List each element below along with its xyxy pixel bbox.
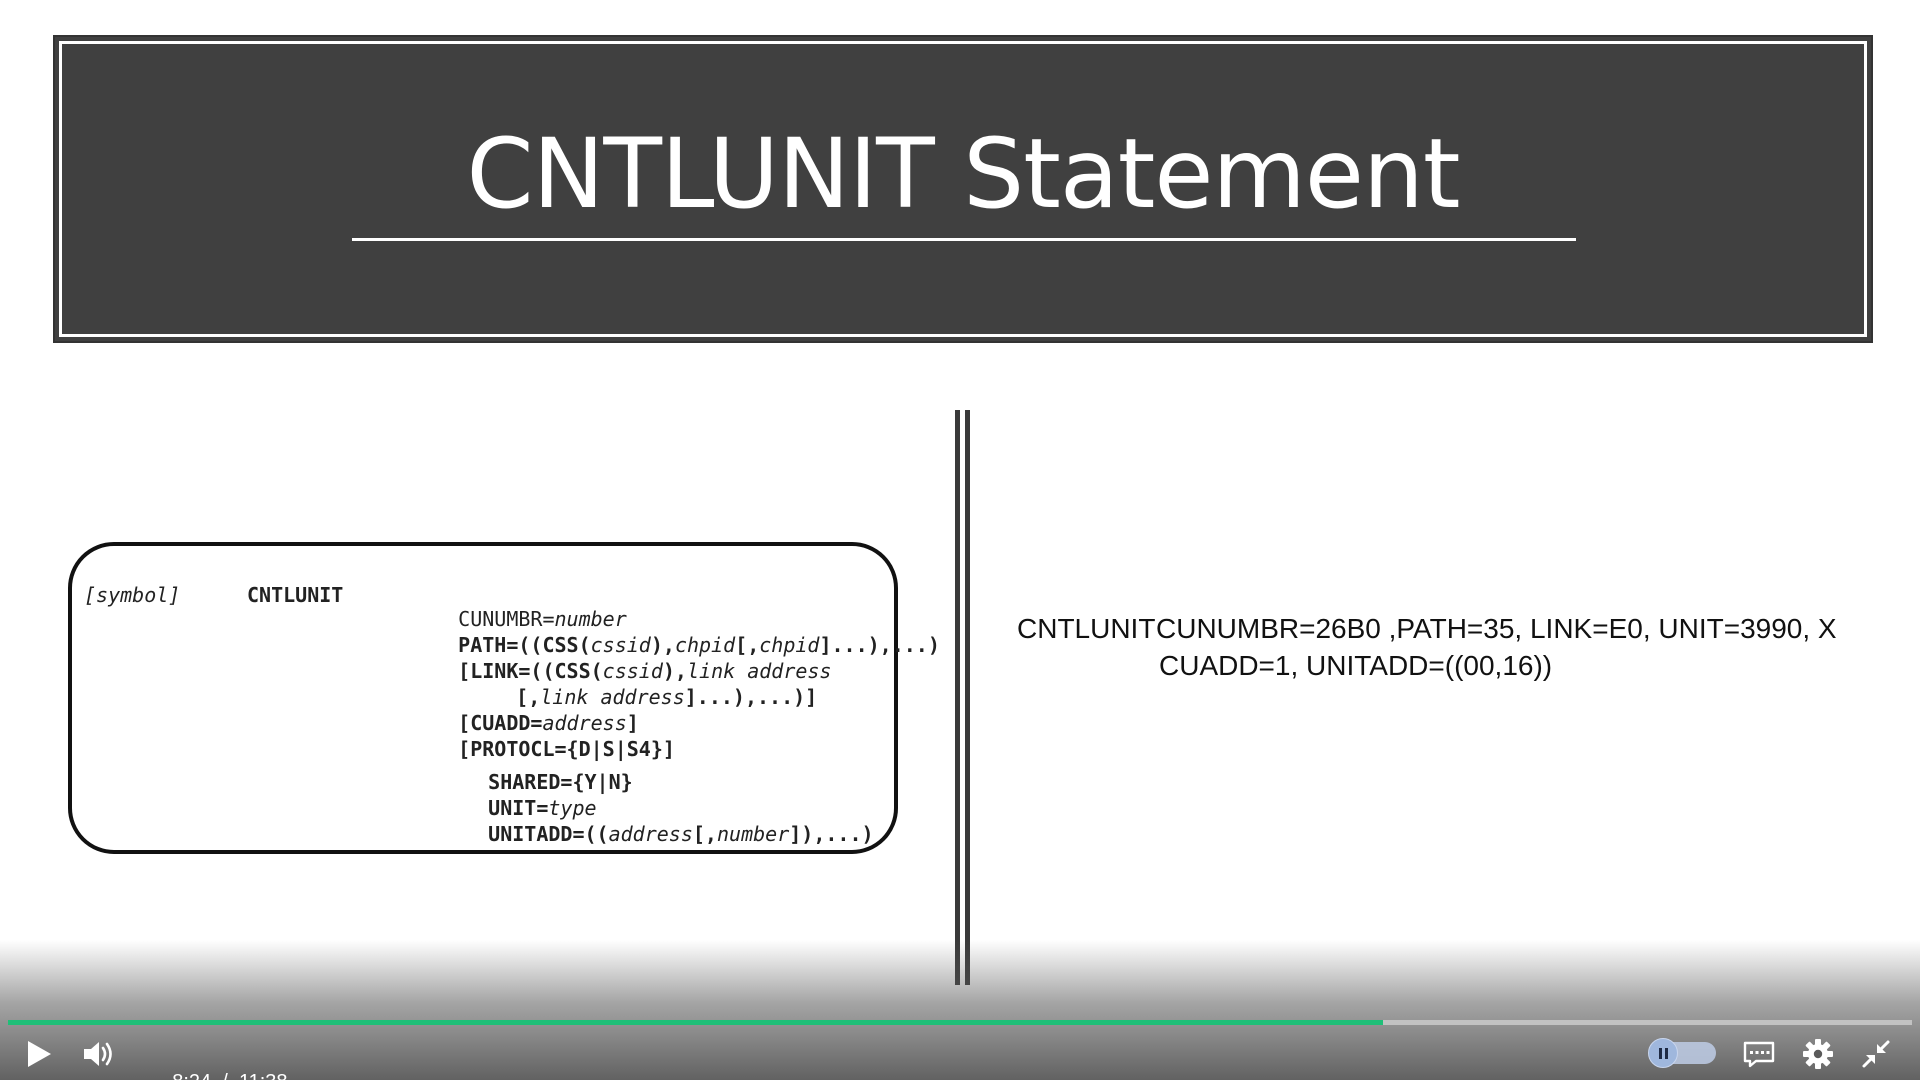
video-stage: CNTLUNIT Statement [symbol] CNTLUNIT CUN… (0, 0, 1920, 1080)
example-keyword: CNTLUNIT (1017, 613, 1156, 644)
syntax-text: ]...),...) (819, 633, 940, 657)
divider-bar-right (965, 410, 970, 985)
syntax-text: [, (692, 822, 717, 846)
progress-fill (8, 1020, 1383, 1025)
syntax-keyword: CNTLUNIT (247, 583, 344, 607)
pause-bar-right (1665, 1048, 1668, 1059)
pause-toggle-icon (1648, 1038, 1678, 1068)
play-icon (28, 1041, 51, 1067)
pause-bar-left (1659, 1048, 1662, 1059)
divider-bar-left (955, 410, 960, 985)
syntax-text: UNITADD=(( (488, 822, 609, 846)
syntax-text: ]...),...)] (684, 685, 818, 709)
pause-toggle[interactable] (1648, 1038, 1716, 1068)
volume-button[interactable] (82, 1038, 116, 1070)
vertical-divider (955, 410, 971, 985)
volume-icon (84, 1042, 112, 1066)
example-line-1: CUNUMBR=26B0 ,PATH=35, LINK=E0, UNIT=399… (1156, 613, 1837, 644)
play-button[interactable] (24, 1038, 54, 1070)
syntax-line-unitadd: UNITADD=((address[,number]),...) (440, 798, 874, 870)
current-time: 8:24 (172, 1071, 211, 1080)
syntax-symbol: [symbol] (84, 583, 181, 607)
time-display: 8:24 / 11:38 (150, 1040, 288, 1080)
syntax-text: ]),...) (789, 822, 874, 846)
slide-title: CNTLUNIT Statement (466, 118, 1461, 230)
syntax-param: address (608, 822, 693, 846)
player-controls-background (0, 940, 1920, 1080)
duration: 11:38 (239, 1071, 288, 1080)
captions-icon (1743, 1041, 1775, 1068)
syntax-param: number (716, 822, 790, 846)
title-banner: CNTLUNIT Statement (53, 35, 1873, 343)
example-line-2: CUADD=1, UNITADD=((00,16)) (1159, 650, 1553, 681)
title-underline (352, 238, 1576, 241)
exit-fullscreen-button[interactable] (1861, 1039, 1891, 1069)
captions-button[interactable] (1742, 1040, 1776, 1068)
progress-bar[interactable] (8, 1020, 1912, 1025)
gear-icon (1803, 1039, 1833, 1069)
settings-button[interactable] (1802, 1038, 1834, 1070)
exit-fullscreen-icon (1862, 1040, 1890, 1068)
